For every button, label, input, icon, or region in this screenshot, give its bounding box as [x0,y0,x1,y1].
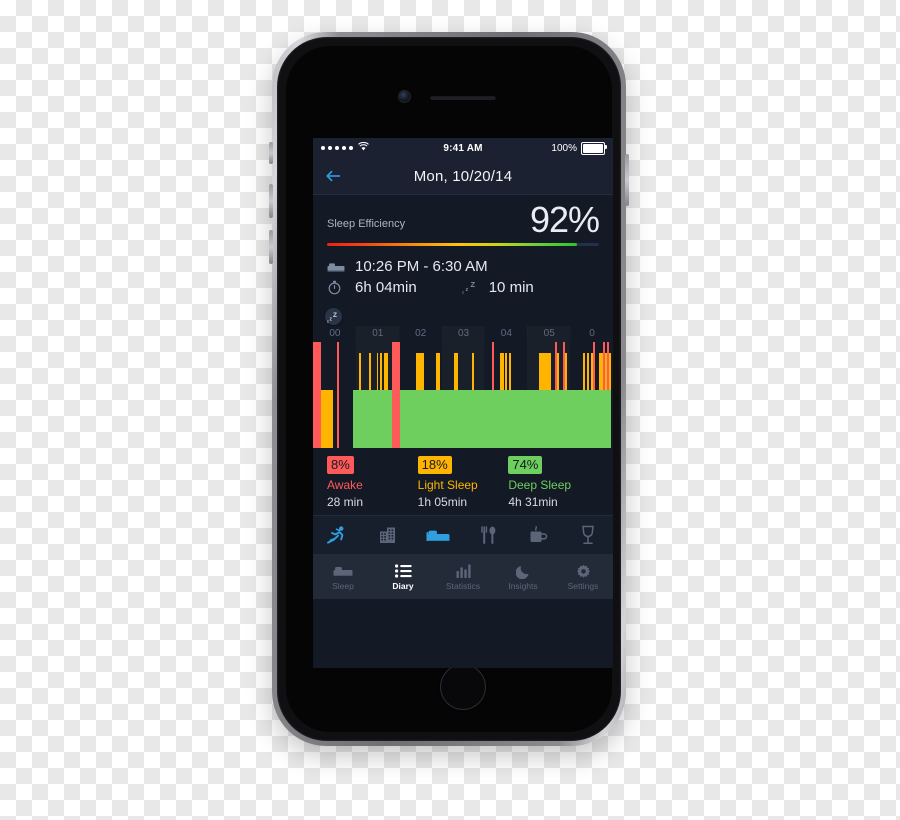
status-bar-left [321,141,443,154]
building-icon[interactable] [375,523,401,547]
phone-bezel: 9:41 AM 100% Mon, 10/20/14 Sleep Efficie… [286,46,613,732]
battery-percent-label: 100% [551,142,577,154]
signal-dot-icon [328,146,332,150]
sleep-stage-legend: 8% Awake 28 min 18% Light Sleep 1h 05min 74% De… [313,448,613,515]
hour-label: 00 [329,328,341,340]
tab-settings[interactable]: Settings [553,555,613,599]
phone-screen: 9:41 AM 100% Mon, 10/20/14 Sleep Efficie… [313,138,613,668]
hour-label: 05 [527,326,570,342]
time-in-bed-row: 10:26 PM - 6:30 AM [327,258,599,275]
tab-bar: Sleep Diary Statistics Insights Settings [313,555,613,600]
hypnogram-hour-axis: 00 01 02 03 04 05 0 [313,326,613,342]
svg-text:z: z [462,290,464,295]
legend-stage-duration: 4h 31min [508,495,558,510]
signal-dot-icon [349,146,353,150]
volume-up-button[interactable] [269,184,273,218]
hypnogram-column [608,342,611,449]
sleep-z-badge-icon: Z z z [325,308,342,326]
legend-percent-badge: 8% [327,456,354,475]
silent-switch[interactable] [269,142,273,164]
status-bar-right: 100% [483,141,607,155]
sleep-onset-value: 10 min [488,279,534,297]
hypnogram-bars [313,342,613,449]
duration-value: 6h 04min [355,279,417,297]
volume-down-button[interactable] [269,230,273,264]
tab-label: Insights [508,581,538,592]
gear-icon [576,563,591,579]
phone-body: 9:41 AM 100% Mon, 10/20/14 Sleep Efficie… [277,37,621,741]
tab-insights[interactable]: Insights [493,555,553,599]
stopwatch-icon [327,280,347,296]
legend-item: 74% Deep Sleep 4h 31min [508,456,599,509]
segment-deep [608,389,611,449]
running-icon[interactable] [325,523,351,547]
legend-stage-duration: 1h 05min [417,495,468,510]
sleep-stats-section: 10:26 PM - 6:30 AM 6h 04min Z z z 10 min [313,246,613,304]
bed-icon [333,563,353,579]
list-icon [394,563,412,579]
legend-stage-name: Light Sleep [417,478,478,493]
page-title: Mon, 10/20/14 [413,167,513,185]
tab-label: Diary [392,581,414,592]
legend-item: 8% Awake 28 min [327,456,418,509]
activity-tags-row [313,515,613,556]
tab-label: Statistics [445,581,480,592]
legend-stage-duration: 28 min [327,495,364,510]
navigation-bar: Mon, 10/20/14 [313,158,613,195]
hour-label: 04 [500,328,512,340]
hour-label: 0 [589,328,595,340]
bed-icon [327,259,347,275]
status-bar: 9:41 AM 100% [313,138,613,158]
signal-dot-icon [342,146,346,150]
signal-dot-icon [335,146,339,150]
legend-item: 18% Light Sleep 1h 05min [417,456,509,510]
tab-statistics[interactable]: Statistics [433,555,493,599]
hypnogram-chart[interactable]: 00 01 02 03 04 05 0 [313,326,613,449]
hour-label: 03 [442,326,485,342]
svg-text:z: z [465,287,468,293]
earpiece-speaker [430,95,496,100]
sleep-efficiency-value: 92% [529,199,600,240]
tab-label: Settings [567,581,599,592]
wifi-icon [358,141,369,154]
status-bar-time: 9:41 AM [443,142,483,154]
cutlery-icon[interactable] [475,523,501,547]
battery-full-icon [581,141,607,155]
legend-stage-name: Deep Sleep [508,478,572,493]
svg-text:z: z [327,319,329,322]
tab-sleep[interactable]: Sleep [313,555,373,599]
sleep-efficiency-row: Sleep Efficiency 92% [327,199,600,240]
front-camera-icon [399,91,410,102]
legend-percent-badge: 74% [508,456,543,475]
legend-stage-name: Awake [327,478,363,493]
power-button[interactable] [625,154,629,206]
duration-row: 6h 04min Z z z 10 min [327,279,599,296]
sleep-z-icon: Z z z [461,280,481,296]
sleep-efficiency-bar [327,243,599,247]
tab-diary[interactable]: Diary [373,555,433,599]
bar-chart-icon [456,563,471,579]
sleep-efficiency-section: Sleep Efficiency 92% [313,195,613,247]
sleep-efficiency-label: Sleep Efficiency [327,218,406,231]
sleep-efficiency-bar-fill [327,243,578,247]
phone-device: 9:41 AM 100% Mon, 10/20/14 Sleep Efficie… [269,32,629,746]
signal-dot-icon [321,146,325,150]
hour-label: 02 [415,328,427,340]
back-arrow-icon[interactable] [325,167,343,185]
legend-percent-badge: 18% [417,456,452,475]
svg-text:Z: Z [470,280,475,289]
wine-icon[interactable] [575,523,601,547]
hypnogram-plot [313,342,613,449]
segment-light [608,352,611,390]
tab-label: Sleep [332,581,354,592]
home-button[interactable] [440,664,486,710]
svg-text:Z: Z [333,312,337,319]
coffee-icon[interactable] [525,523,551,547]
moon-icon [515,563,531,579]
hour-label: 01 [356,326,399,342]
time-in-bed-value: 10:26 PM - 6:30 AM [355,258,488,276]
bed-icon[interactable] [425,523,451,547]
